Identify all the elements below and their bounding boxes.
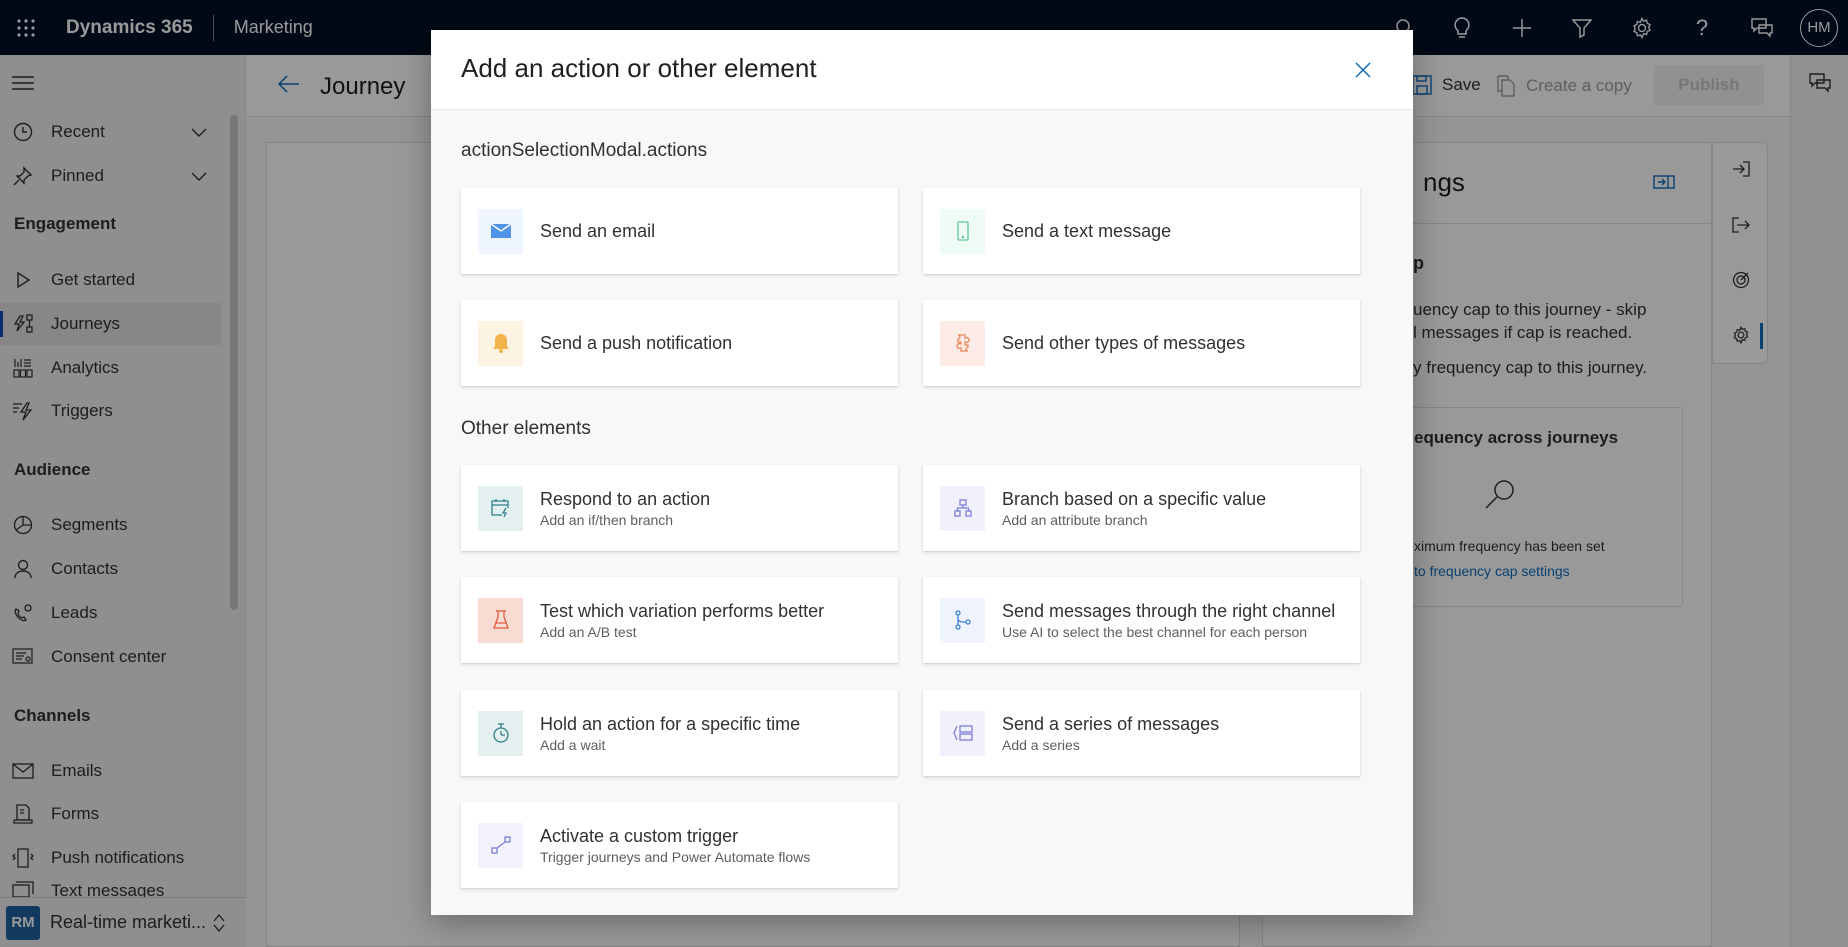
card-subtitle: Add an if/then branch <box>540 511 674 528</box>
card-title: Test which variation performs better <box>540 600 825 621</box>
element-card-right-channel[interactable]: Send messages through the right channel … <box>923 577 1360 663</box>
close-icon <box>1355 62 1371 78</box>
element-card-ab-test[interactable]: Test which variation performs better Add… <box>461 577 898 663</box>
card-title: Send messages through the right channel <box>1002 600 1336 621</box>
icon-box <box>478 485 523 531</box>
action-card-send-text[interactable]: Send a text message <box>923 188 1360 274</box>
phone-icon <box>956 221 969 241</box>
action-card-send-push[interactable]: Send a push notification <box>461 300 898 386</box>
card-subtitle: Add a series <box>1002 736 1080 753</box>
branch-icon <box>954 610 971 630</box>
element-card-attribute-branch[interactable]: Branch based on a specific value Add an … <box>923 465 1360 551</box>
card-title: Send a push notification <box>540 332 733 353</box>
flask-icon <box>492 610 509 629</box>
icon-box <box>940 485 985 531</box>
card-title: Activate a custom trigger <box>540 825 739 846</box>
card-title: Send other types of messages <box>1002 332 1246 353</box>
icon-box <box>940 320 985 366</box>
icon-box <box>478 208 523 254</box>
card-title: Send an email <box>540 220 656 241</box>
card-title: Branch based on a specific value <box>1002 488 1267 509</box>
add-action-modal: Add an action or other element actionSel… <box>431 30 1413 915</box>
other-elements-label: Other elements <box>461 418 591 439</box>
actions-section-label: actionSelectionModal.actions <box>461 140 708 161</box>
icon-box <box>478 597 523 643</box>
icon-box <box>478 320 523 366</box>
series-icon <box>952 725 973 741</box>
timer-icon <box>492 723 509 743</box>
action-card-send-email[interactable]: Send an email <box>461 188 898 274</box>
card-subtitle: Add a wait <box>540 736 606 753</box>
card-subtitle: Add an attribute branch <box>1002 511 1148 528</box>
custom-trigger-icon <box>490 836 511 854</box>
bell-icon <box>492 334 509 353</box>
icon-box <box>478 710 523 756</box>
element-card-respond-to-action[interactable]: Respond to an action Add an if/then bran… <box>461 465 898 551</box>
icon-box <box>940 710 985 756</box>
card-title: Send a text message <box>1002 220 1172 241</box>
card-title: Respond to an action <box>540 488 711 509</box>
modal-header: Add an action or other element <box>431 30 1413 110</box>
puzzle-icon <box>955 334 970 352</box>
card-subtitle: Use AI to select the best channel for ea… <box>1002 623 1308 640</box>
hierarchy-icon <box>953 499 972 517</box>
action-card-send-other[interactable]: Send other types of messages <box>923 300 1360 386</box>
icon-box <box>940 208 985 254</box>
element-card-custom-trigger[interactable]: Activate a custom trigger Trigger journe… <box>461 802 898 888</box>
calendar-bolt-icon <box>490 499 509 518</box>
mail-icon <box>490 224 511 238</box>
icon-box <box>478 822 523 868</box>
element-card-wait[interactable]: Hold an action for a specific time Add a… <box>461 690 898 776</box>
modal-title: Add an action or other element <box>461 53 817 83</box>
card-subtitle: Trigger journeys and Power Automate flow… <box>540 848 811 865</box>
card-title: Send a series of messages <box>1002 713 1220 734</box>
icon-box <box>940 597 985 643</box>
element-card-series[interactable]: Send a series of messages Add a series <box>923 690 1360 776</box>
card-title: Hold an action for a specific time <box>540 713 801 734</box>
close-button[interactable] <box>1351 58 1375 82</box>
card-subtitle: Add an A/B test <box>540 623 637 640</box>
